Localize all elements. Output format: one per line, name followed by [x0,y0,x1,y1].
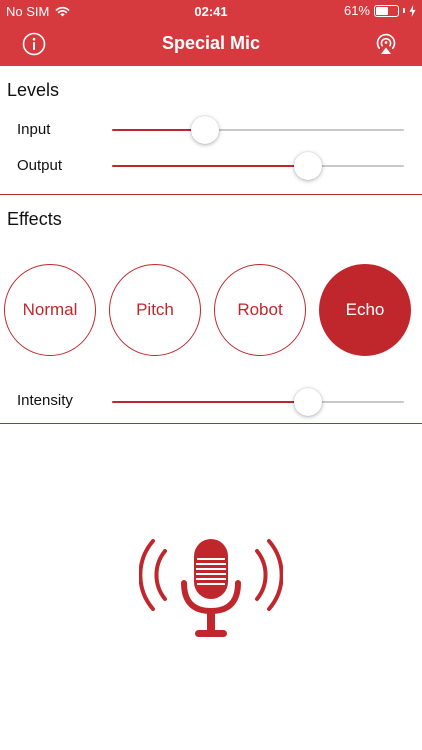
intensity-slider[interactable] [112,387,404,417]
top-bar: No SIM 02:41 61% Special Mic [0,0,422,66]
effect-robot-button[interactable]: Robot [214,264,306,356]
record-button[interactable] [138,531,284,645]
battery-group: 61% [344,3,416,18]
effect-label: Normal [22,300,78,319]
effect-label: Pitch [136,300,174,319]
effect-pitch-button[interactable]: Pitch [109,264,201,356]
section-divider [0,194,422,195]
battery-icon [374,4,399,17]
effect-label: Robot [237,300,283,319]
charging-bolt-icon [409,4,416,17]
status-bar: No SIM 02:41 61% [0,0,422,22]
input-label: Input [17,121,51,138]
nav-bar: Special Mic [0,22,422,66]
slider-thumb[interactable] [293,152,322,180]
page-title: Special Mic [161,33,261,53]
microphone-broadcast-icon [138,539,284,637]
effect-echo-button[interactable]: Echo [319,264,411,356]
output-slider[interactable] [112,151,404,181]
battery-tip [403,8,405,13]
effect-label: Echo [345,300,385,319]
slider-thumb[interactable] [293,388,322,416]
effect-normal-button[interactable]: Normal [4,264,96,356]
levels-title: Levels [7,80,60,100]
effects-title: Effects [7,209,62,229]
input-slider[interactable] [112,115,404,145]
slider-thumb[interactable] [191,116,220,144]
airplay-audio-icon [376,33,396,54]
intensity-label: Intensity [17,392,73,409]
slider-fill [112,165,308,167]
slider-fill [112,401,308,403]
battery-fill [376,6,389,15]
battery-percent: 61% [343,3,370,18]
output-label: Output [17,157,63,174]
section-divider [0,423,422,424]
airplay-button[interactable] [372,30,400,58]
